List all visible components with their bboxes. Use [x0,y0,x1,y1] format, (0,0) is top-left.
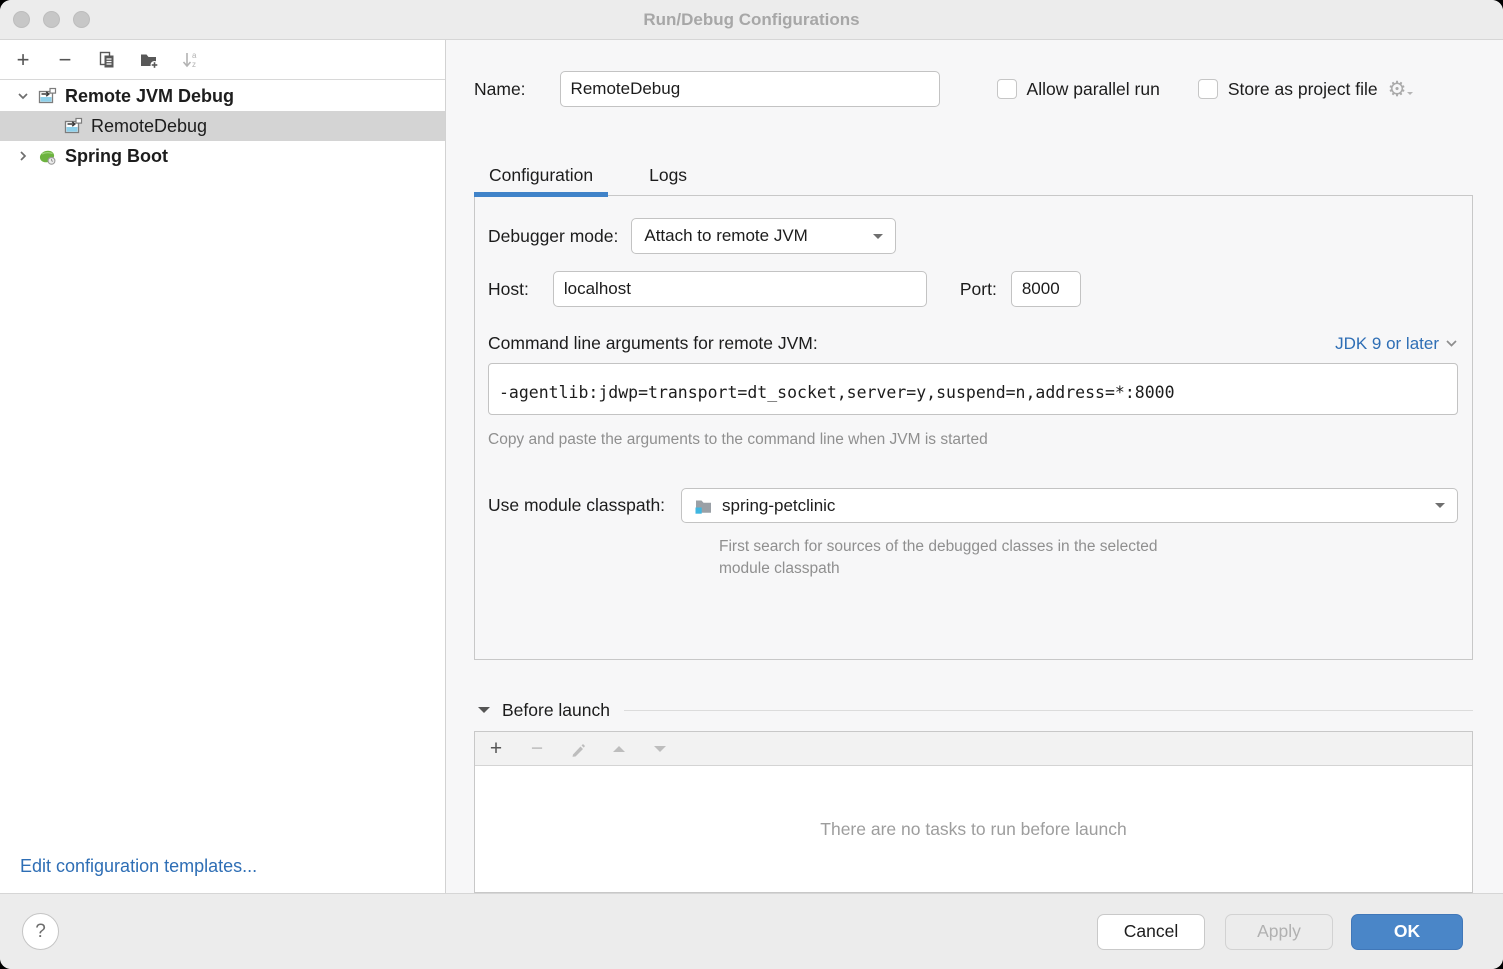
remove-task-button: − [527,739,547,759]
debugger-mode-value: Attach to remote JVM [644,226,807,246]
spring-boot-icon [38,147,57,166]
edit-task-pencil-icon [568,739,588,759]
port-input[interactable] [1011,271,1081,307]
run-debug-configurations-dialog: Run/Debug Configurations + − [0,0,1503,969]
before-launch-task-list: There are no tasks to run before launch [475,766,1472,892]
command-line-args-field[interactable] [488,363,1458,415]
configurations-sidebar: + − [0,40,446,893]
configuration-editor: Name: Allow parallel run Store as projec… [446,40,1503,893]
edit-configuration-templates-link[interactable]: Edit configuration templates... [20,856,257,877]
store-as-project-file-label[interactable]: Store as project file [1228,79,1378,100]
close-window-button[interactable] [13,11,30,28]
window-title: Run/Debug Configurations [0,10,1503,30]
name-input[interactable] [560,71,940,107]
module-classpath-label: Use module classpath: [488,495,665,516]
tree-item-remotedebug[interactable]: RemoteDebug [0,111,445,141]
minimize-window-button[interactable] [43,11,60,28]
move-up-icon [609,739,629,759]
debugger-mode-select[interactable]: Attach to remote JVM [631,218,896,254]
add-configuration-button[interactable]: + [12,49,34,71]
chevron-right-icon[interactable] [16,149,30,163]
jdk-version-select[interactable]: JDK 9 or later [1335,334,1458,354]
svg-text:z: z [192,60,196,69]
allow-parallel-run-checkbox[interactable] [997,79,1017,99]
before-launch-toolbar: + − [475,732,1472,766]
tree-item-remote-jvm-debug[interactable]: Remote JVM Debug [0,81,445,111]
store-settings-gear-icon[interactable]: ⚙ [1388,79,1407,100]
tree-item-spring-boot[interactable]: Spring Boot [0,141,445,171]
command-line-args-label: Command line arguments for remote JVM: [488,333,818,354]
titlebar: Run/Debug Configurations [0,0,1503,40]
copy-configuration-icon[interactable] [96,49,118,71]
module-icon [694,497,713,515]
sidebar-toolbar: + − [0,40,445,80]
divider [624,710,1473,711]
dialog-footer: ? Cancel Apply OK [0,893,1503,969]
host-input[interactable] [553,271,927,307]
help-button[interactable]: ? [22,913,59,950]
svg-text:a: a [192,51,197,60]
before-launch-title: Before launch [502,700,610,721]
editor-tabs: Configuration Logs [474,155,1473,195]
command-line-args-input[interactable] [489,364,1457,414]
ok-button[interactable]: OK [1351,914,1463,950]
remove-configuration-button[interactable]: − [54,49,76,71]
configuration-panel: Debugger mode: Attach to remote JVM Host… [474,195,1473,660]
tree-item-label: Spring Boot [65,146,168,167]
new-folder-icon[interactable] [138,49,160,71]
allow-parallel-run-label[interactable]: Allow parallel run [1027,79,1160,100]
collapse-triangle-icon[interactable] [478,707,490,719]
chevron-down-icon [1445,339,1458,348]
tab-configuration[interactable]: Configuration [474,155,608,195]
tree-item-label: RemoteDebug [91,116,207,137]
classpath-hint-text: First search for sources of the debugged… [719,536,1458,580]
chevron-down-icon[interactable] [16,89,30,103]
before-launch-header[interactable]: Before launch [474,699,1473,721]
port-label: Port: [960,279,997,300]
name-label: Name: [474,79,526,100]
apply-button: Apply [1225,914,1333,950]
move-down-icon [650,739,670,759]
sort-alphabetically-icon: a z [180,49,202,71]
zoom-window-button[interactable] [73,11,90,28]
tree-item-label: Remote JVM Debug [65,86,234,107]
module-classpath-value: spring-petclinic [722,496,835,516]
add-task-button[interactable]: + [486,739,506,759]
dropdown-arrow-icon [873,234,883,244]
jdk-version-value: JDK 9 or later [1335,334,1439,354]
store-as-project-file-checkbox[interactable] [1198,79,1218,99]
module-classpath-select[interactable]: spring-petclinic [681,488,1458,523]
configurations-tree: Remote JVM Debug RemoteDebug [0,80,445,171]
traffic-lights [13,11,90,28]
cancel-button[interactable]: Cancel [1097,914,1205,950]
before-launch-panel: + − There are no tasks to run before lau… [474,731,1473,893]
debugger-mode-label: Debugger mode: [488,226,618,247]
host-label: Host: [488,279,529,300]
args-hint-text: Copy and paste the arguments to the comm… [488,431,1458,449]
dropdown-arrow-icon [1435,503,1445,513]
tab-logs[interactable]: Logs [634,155,702,195]
empty-tasks-message: There are no tasks to run before launch [820,819,1126,840]
remote-debug-icon [38,87,57,106]
remote-debug-icon [64,117,83,136]
